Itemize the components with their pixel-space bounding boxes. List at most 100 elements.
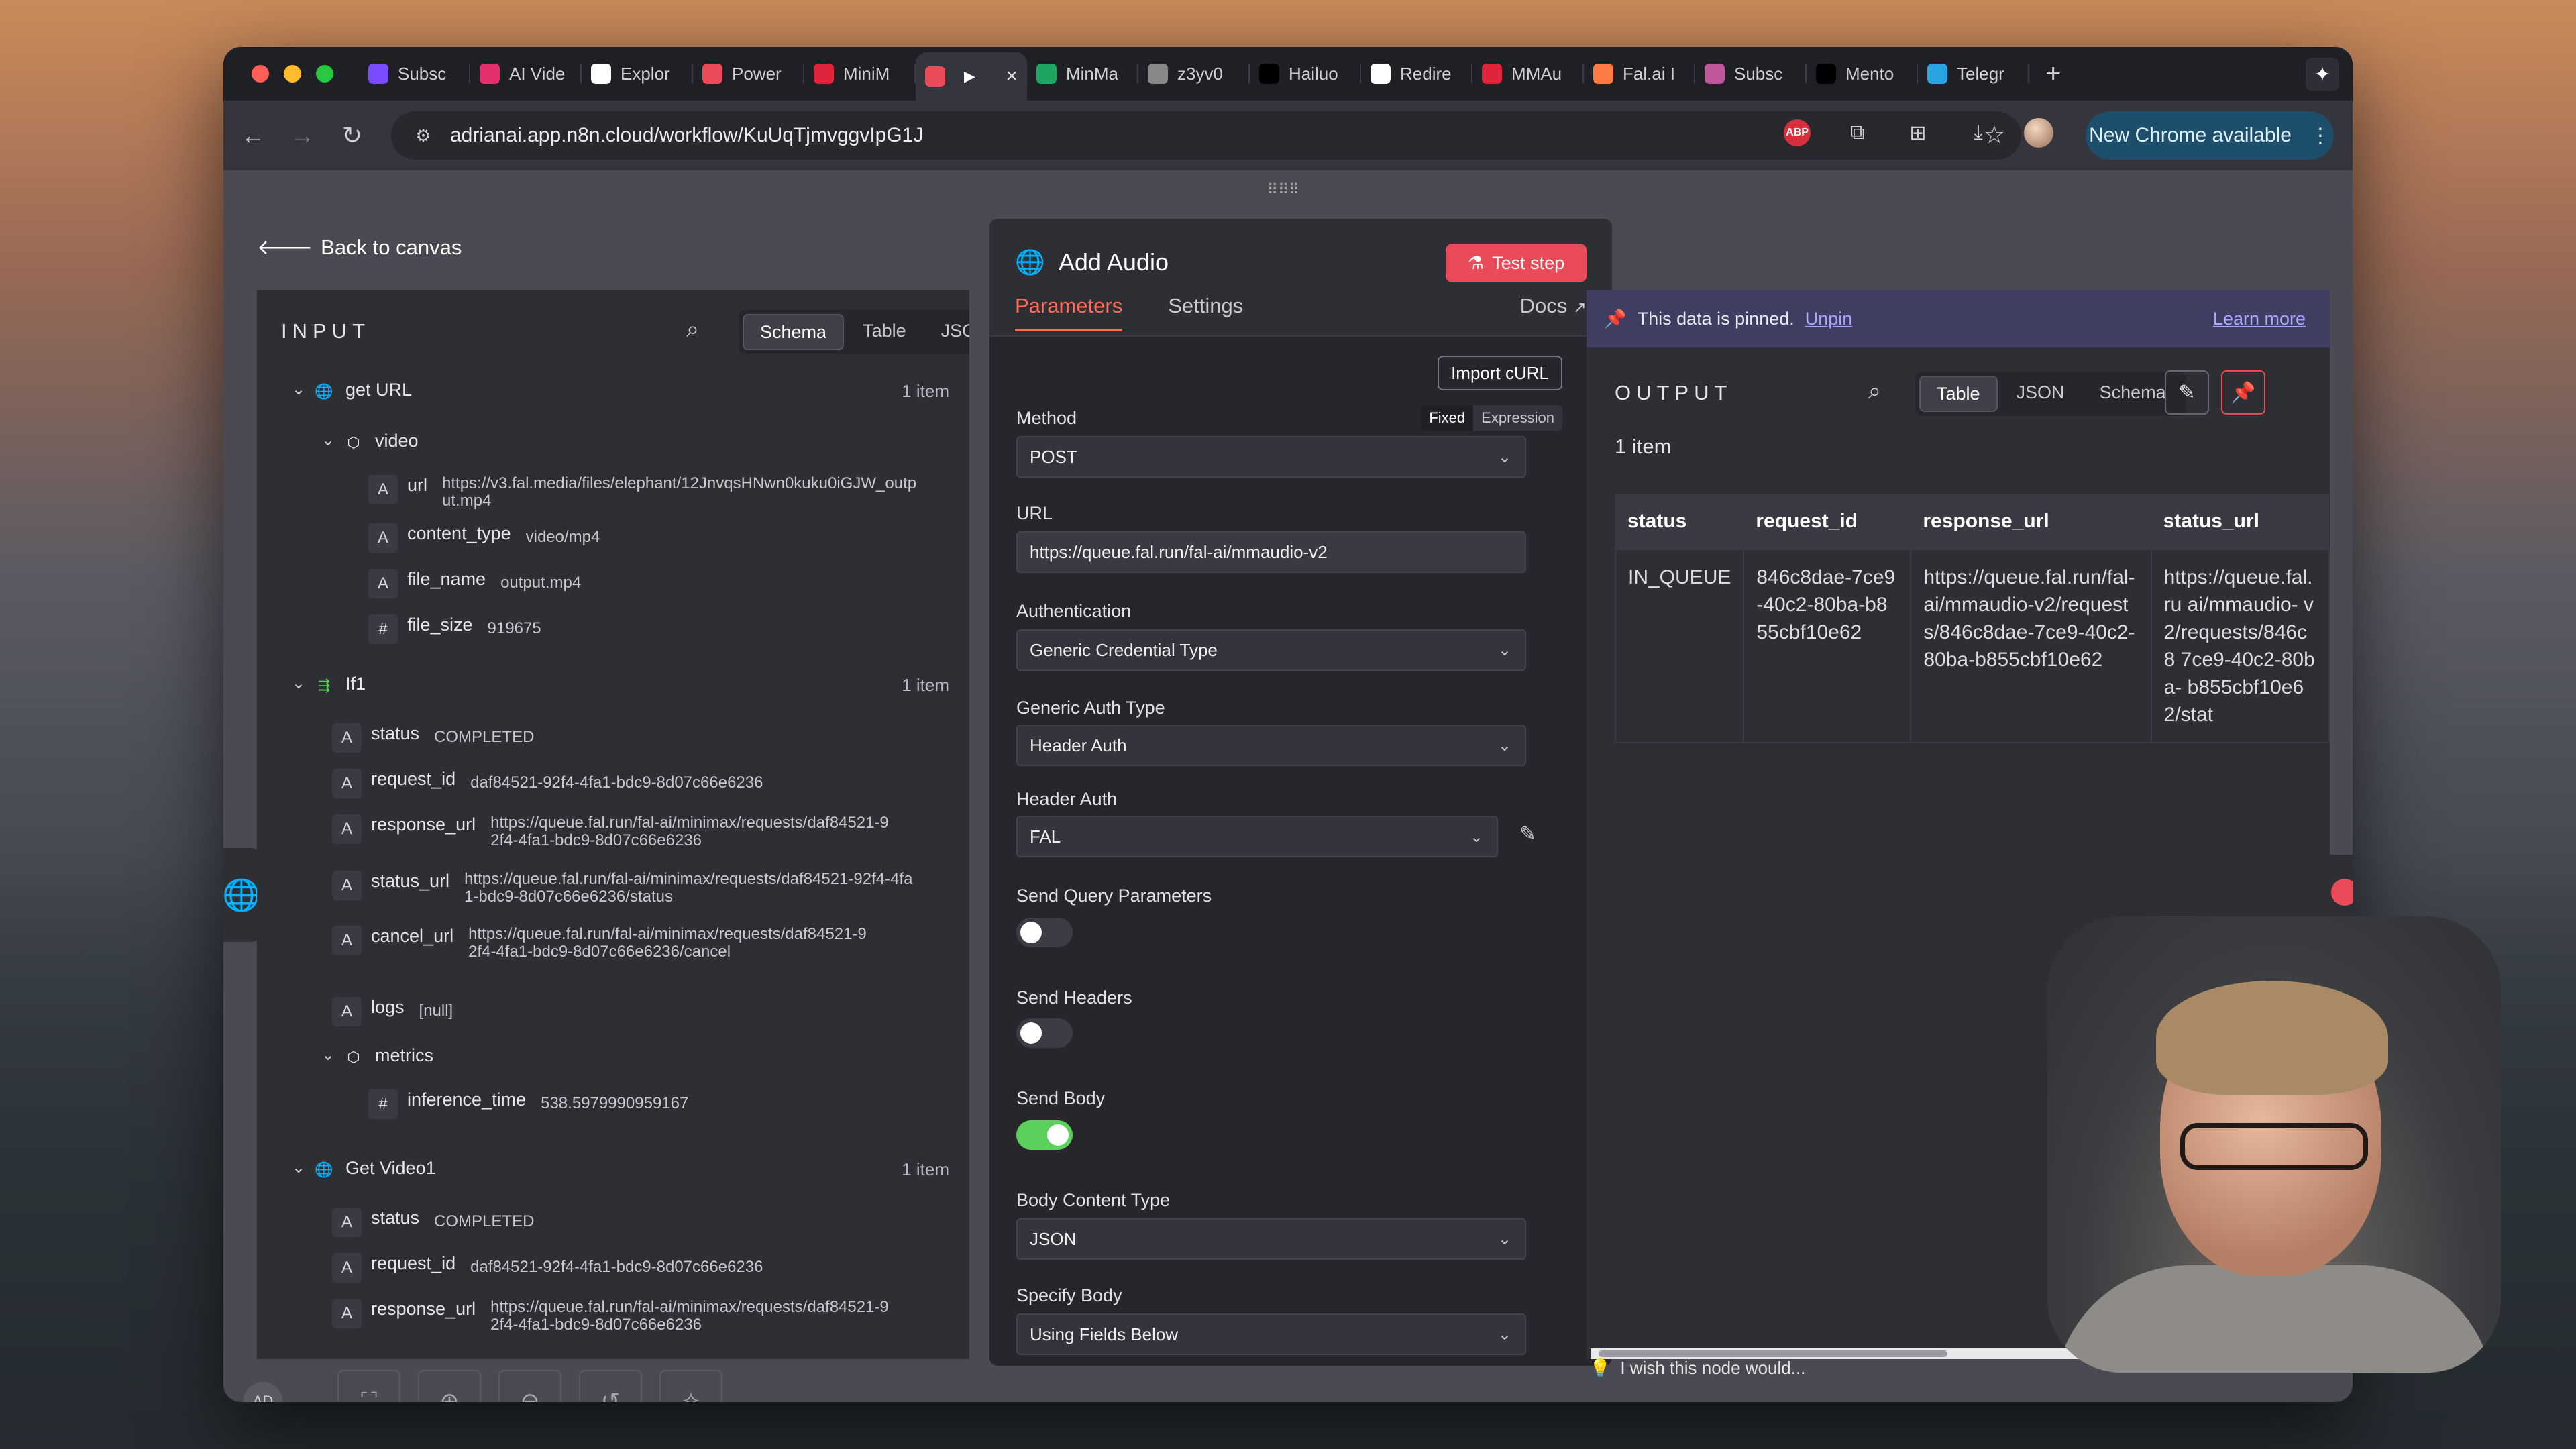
search-icon[interactable]: ⌕ (686, 317, 699, 343)
test-step-button[interactable]: ⚗ Test step (1446, 244, 1587, 282)
reload-icon[interactable]: ↻ (332, 115, 372, 156)
tree-node-get-url[interactable]: ⌄ 🌐 get URL (292, 380, 427, 404)
tree-field[interactable]: A response_url https://queue.fal.run/fal… (332, 1299, 936, 1334)
tree-object-video[interactable]: ⌄ ⬡ video (321, 431, 433, 455)
url-input[interactable]: https://queue.fal.run/fal-ai/mmaudio-v2 (1016, 531, 1526, 573)
pin-icon[interactable]: 📌 (2221, 370, 2265, 415)
close-window-button[interactable] (252, 65, 269, 83)
tab-search-icon[interactable]: ⊞ (1899, 114, 1937, 152)
tree-field[interactable]: A response_url https://queue.fal.run/fal… (332, 814, 936, 849)
minimize-window-button[interactable] (284, 65, 301, 83)
tree-node-get-video1[interactable]: ⌄ 🌐 Get Video1 (292, 1158, 451, 1182)
browser-tab[interactable]: MiniM (804, 52, 916, 95)
globe-icon[interactable]: 🌐 (223, 848, 261, 942)
puzzle-extensions-icon[interactable]: ⧉ (1839, 114, 1876, 152)
url-text[interactable]: adrianai.app.n8n.cloud/workflow/KuUqTjmv… (450, 124, 923, 147)
send-body-toggle[interactable] (1016, 1120, 1073, 1150)
view-json[interactable]: JSON (925, 314, 969, 347)
table-cell[interactable]: IN_QUEUE (1614, 549, 1745, 743)
chevron-down-icon[interactable]: ⌄ (321, 431, 341, 450)
send-query-toggle[interactable] (1016, 918, 1073, 947)
back-to-canvas-link[interactable]: 🡐 Back to canvas (257, 235, 462, 260)
fit-view-icon[interactable]: ⛶ (337, 1370, 400, 1402)
view-json[interactable]: JSON (2000, 376, 2081, 409)
close-tab-icon[interactable]: × (1006, 65, 1018, 88)
pencil-edit-icon[interactable]: ✎ (1519, 822, 1536, 846)
generic-auth-type-select[interactable]: Header Auth ⌄ (1016, 724, 1526, 766)
tree-field[interactable]: # file_size 919675 (368, 614, 541, 644)
browser-tab[interactable]: Telegr (1918, 52, 2029, 95)
tree-object-metrics[interactable]: ⌄ ⬡ metrics (321, 1045, 448, 1069)
tree-field[interactable]: A url https://v3.fal.media/files/elephan… (368, 475, 945, 510)
table-cell[interactable]: https://queue.fal.run/fal-ai/mmaudio-v2/… (1910, 549, 2152, 743)
method-select[interactable]: POST ⌄ (1016, 436, 1526, 478)
body-content-type-select[interactable]: JSON ⌄ (1016, 1218, 1526, 1260)
tree-field[interactable]: A file_name output.mp4 (368, 569, 581, 598)
search-icon[interactable]: ⌕ (1868, 378, 1881, 405)
tree-field[interactable]: A logs [null] (332, 997, 453, 1026)
new-tab-button[interactable]: + (2029, 59, 2077, 89)
specify-body-select[interactable]: Using Fields Below ⌄ (1016, 1313, 1526, 1355)
sparkle-icon[interactable]: ✦ (2306, 58, 2339, 91)
table-cell[interactable]: 846c8dae-7ce9-40c2-80ba-b855cbf10e62 (1743, 549, 1912, 743)
reset-icon[interactable]: ↺ (579, 1370, 642, 1402)
view-table[interactable]: Table (847, 314, 922, 347)
browser-tab[interactable]: Explor (582, 52, 693, 95)
table-cell[interactable]: https://queue.fal.ru ai/mmaudio- v2/requ… (2150, 549, 2330, 743)
tab-parameters[interactable]: Parameters (1015, 294, 1123, 331)
docs-link[interactable]: Docs ↗ (1520, 294, 1587, 318)
audio-playing-icon[interactable]: ▶ (964, 68, 975, 85)
browser-tab[interactable]: Subsc (1695, 52, 1807, 95)
column-header[interactable]: status_url (2151, 494, 2329, 549)
view-schema[interactable]: Schema (743, 314, 845, 350)
drag-handle[interactable]: ⠿⠿⠿ (1243, 181, 1324, 208)
tree-field[interactable]: # inference_time 538.5979990959167 (368, 1089, 688, 1119)
column-header[interactable]: status (1615, 494, 1744, 549)
browser-tab[interactable]: ▶ × (916, 52, 1027, 101)
view-table[interactable]: Table (1919, 376, 1998, 412)
tree-field[interactable]: A status_url https://queue.fal.run/fal-a… (332, 871, 956, 906)
authentication-select[interactable]: Generic Credential Type ⌄ (1016, 629, 1526, 671)
download-icon[interactable]: ⤓ (1960, 114, 1997, 152)
column-header[interactable]: response_url (1911, 494, 2151, 549)
browser-tab[interactable]: MMAu (1472, 52, 1584, 95)
zoom-out-icon[interactable]: ⊖ (498, 1370, 561, 1402)
tree-node-if1[interactable]: ⌄ ⇶ If1 (292, 674, 380, 698)
node-title-text[interactable]: Add Audio (1059, 248, 1169, 276)
tree-field[interactable]: A request_id daf84521-92f4-4fa1-bdc9-8d0… (332, 1253, 763, 1283)
header-auth-select[interactable]: FAL ⌄ (1016, 816, 1498, 857)
forward-arrow-icon[interactable]: → (282, 115, 323, 156)
tidy-up-icon[interactable]: ✧ (659, 1370, 722, 1402)
chevron-down-icon[interactable]: ⌄ (292, 674, 312, 693)
site-settings-icon[interactable]: ⚙ (410, 122, 437, 149)
pencil-edit-icon[interactable]: ✎ (2165, 370, 2209, 415)
zoom-in-icon[interactable]: ⊕ (418, 1370, 481, 1402)
tree-field[interactable]: A status COMPLETED (332, 723, 534, 753)
tree-field[interactable]: A content_type video/mp4 (368, 523, 600, 553)
unpin-link[interactable]: Unpin (1805, 309, 1853, 329)
browser-tab[interactable]: Subsc (359, 52, 470, 95)
tree-field[interactable]: A request_id daf84521-92f4-4fa1-bdc9-8d0… (332, 769, 763, 798)
browser-tab[interactable]: Power (693, 52, 804, 95)
maximize-window-button[interactable] (316, 65, 333, 83)
send-headers-toggle[interactable] (1016, 1018, 1073, 1048)
tree-field[interactable]: A status COMPLETED (332, 1208, 534, 1237)
expression-option[interactable]: Expression (1473, 405, 1562, 431)
browser-tab[interactable]: MinMa (1027, 52, 1138, 95)
browser-tab[interactable]: AI Vide (470, 52, 582, 95)
tree-field[interactable]: A cancel_url https://queue.fal.run/fal-a… (332, 926, 956, 961)
back-arrow-icon[interactable]: ← (233, 115, 273, 156)
user-avatar[interactable]: AD (244, 1382, 282, 1402)
column-header[interactable]: request_id (1743, 494, 1911, 549)
chevron-down-icon[interactable]: ⌄ (292, 380, 312, 399)
chevron-down-icon[interactable]: ⌄ (292, 1158, 312, 1177)
tab-settings[interactable]: Settings (1168, 294, 1243, 331)
browser-tab[interactable]: Hailuo (1250, 52, 1361, 95)
fixed-option[interactable]: Fixed (1421, 405, 1474, 431)
profile-avatar[interactable] (2020, 114, 2057, 152)
browser-tab[interactable]: z3yv0 (1138, 52, 1250, 95)
new-chrome-button[interactable]: New Chrome available ⋮ (2086, 111, 2334, 160)
browser-tab[interactable]: Mento (1807, 52, 1918, 95)
feedback-link[interactable]: 💡 I wish this node would... (1589, 1358, 1805, 1379)
address-bar[interactable]: ⚙ adrianai.app.n8n.cloud/workflow/KuUqTj… (391, 111, 2021, 160)
